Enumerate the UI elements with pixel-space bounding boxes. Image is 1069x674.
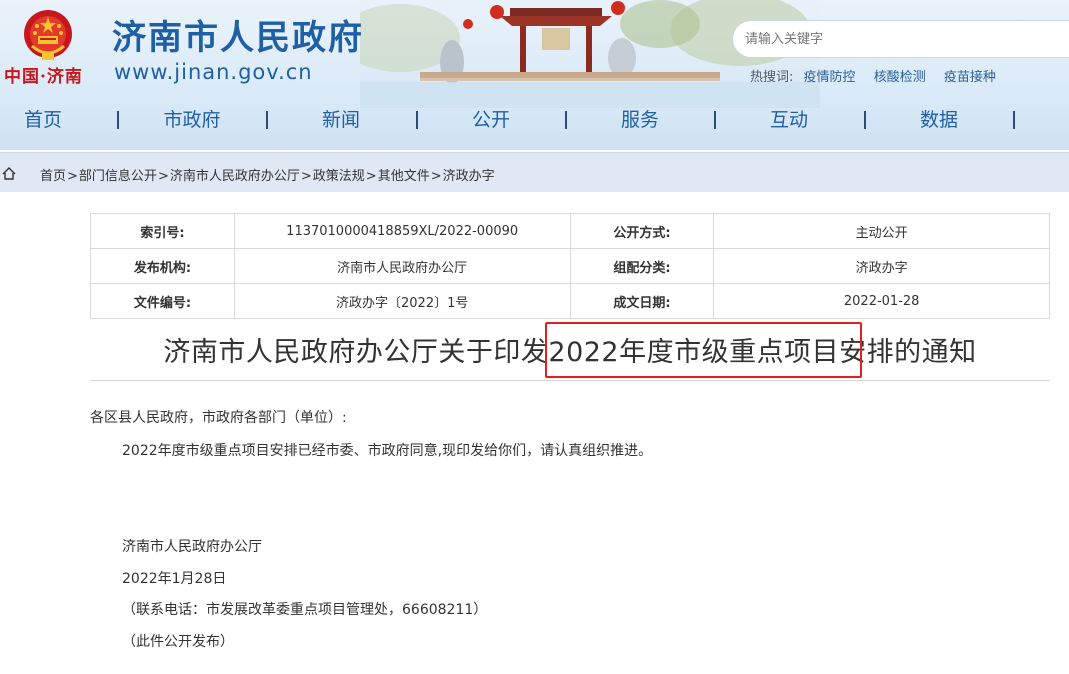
table-row: 文件编号: 济政办字〔2022〕1号 成文日期: 2022-01-28 — [90, 283, 1050, 319]
meta-label-category: 组配分类: — [569, 248, 715, 284]
meta-label-doc-date: 成文日期: — [569, 283, 715, 319]
meta-label-issuer: 发布机构: — [90, 248, 235, 284]
nav-item-services[interactable]: 服务 — [565, 102, 715, 138]
main-nav: 首页 市政府 新闻 公开 服务 互动 数据 — [0, 102, 1069, 138]
breadcrumb-item-general-office[interactable]: 济南市人民政府办公厅 — [170, 169, 300, 184]
document-body-paragraph: 2022年度市级重点项目安排已经市委、市政府同意,现印发给你们，请认真组织推进。 — [122, 443, 653, 459]
breadcrumb: 首页>部门信息公开>济南市人民政府办公厅>政策法规>其他文件>济政办字 — [40, 165, 495, 184]
meta-label-disclosure-method: 公开方式: — [569, 213, 715, 249]
meta-value-doc-date: 2022-01-28 — [713, 283, 1050, 319]
meta-label-index-no: 索引号: — [90, 213, 235, 249]
nav-item-data[interactable]: 数据 — [864, 102, 1014, 138]
breadcrumb-item-home[interactable]: 首页 — [40, 169, 66, 184]
breadcrumb-separator: > — [365, 169, 377, 184]
document-contact: （联系电话：市发展改革委重点项目管理处，66608211） — [122, 602, 488, 618]
breadcrumb-separator: > — [157, 169, 169, 184]
document-signer: 济南市人民政府办公厅 — [122, 539, 262, 555]
breadcrumb-item-policies[interactable]: 政策法规 — [313, 169, 365, 184]
breadcrumb-item-dept-disclosure[interactable]: 部门信息公开 — [79, 169, 157, 184]
breadcrumb-separator: > — [300, 169, 312, 184]
table-row: 索引号: 11370100004188​59XL/2022-00090 公开方式… — [90, 213, 1050, 249]
home-icon[interactable] — [2, 167, 16, 180]
hot-word-epidemic-control[interactable]: 疫情防控 — [804, 70, 856, 85]
nav-item-interaction[interactable]: 互动 — [714, 102, 864, 138]
meta-value-category: 济政办字 — [713, 248, 1050, 284]
hot-word-vaccination[interactable]: 疫苗接种 — [944, 70, 996, 85]
document-salutation: 各区县人民政府，市政府各部门（单位）: — [90, 410, 347, 426]
breadcrumb-item-jizhengbanzi[interactable]: 济政办字 — [443, 169, 495, 184]
site-header: 中国·济南 济南市人民政府 www.jinan.gov.cn 热搜词: 疫情防控… — [0, 0, 1069, 150]
hot-search-label: 热搜词: — [750, 70, 794, 85]
meta-value-doc-number: 济政办字〔2022〕1号 — [233, 283, 571, 319]
site-url: www.jinan.gov.cn — [114, 60, 313, 84]
hot-search-words: 热搜词: 疫情防控 核酸检测 疫苗接种 — [750, 66, 1010, 85]
nav-item-disclosure[interactable]: 公开 — [416, 102, 566, 138]
national-emblem-icon — [24, 10, 72, 60]
title-divider — [90, 380, 1050, 381]
hot-word-nucleic-test[interactable]: 核酸检测 — [874, 70, 926, 85]
breadcrumb-separator: > — [67, 169, 78, 184]
document-date: 2022年1月28日 — [122, 571, 227, 587]
document-meta-table: 索引号: 11370100004188​59XL/2022-00090 公开方式… — [90, 213, 1050, 319]
search-input[interactable] — [732, 20, 1069, 58]
nav-item-government[interactable]: 市政府 — [117, 102, 267, 138]
breadcrumb-item-other-docs[interactable]: 其他文件 — [378, 169, 430, 184]
china-jinan-logo-text: 中国·济南 — [4, 67, 83, 87]
site-title[interactable]: 济南市人民政府 — [112, 10, 364, 59]
nav-separator — [1013, 111, 1015, 129]
meta-value-issuer: 济南市人民政府办公厅 — [233, 248, 571, 284]
meta-label-doc-number: 文件编号: — [90, 283, 235, 319]
table-row: 发布机构: 济南市人民政府办公厅 组配分类: 济政办字 — [90, 248, 1050, 284]
document-publicity-note: （此件公开发布） — [122, 634, 234, 650]
nav-item-home[interactable]: 首页 — [0, 102, 118, 138]
meta-value-disclosure-method: 主动公开 — [713, 213, 1050, 249]
breadcrumb-separator: > — [430, 169, 442, 184]
title-highlight-annotation — [545, 322, 862, 378]
breadcrumb-bar: 首页>部门信息公开>济南市人民政府办公厅>政策法规>其他文件>济政办字 — [0, 152, 1069, 192]
nav-item-news[interactable]: 新闻 — [266, 102, 416, 138]
meta-value-index-no: 11370100004188​59XL/2022-00090 — [233, 213, 571, 249]
